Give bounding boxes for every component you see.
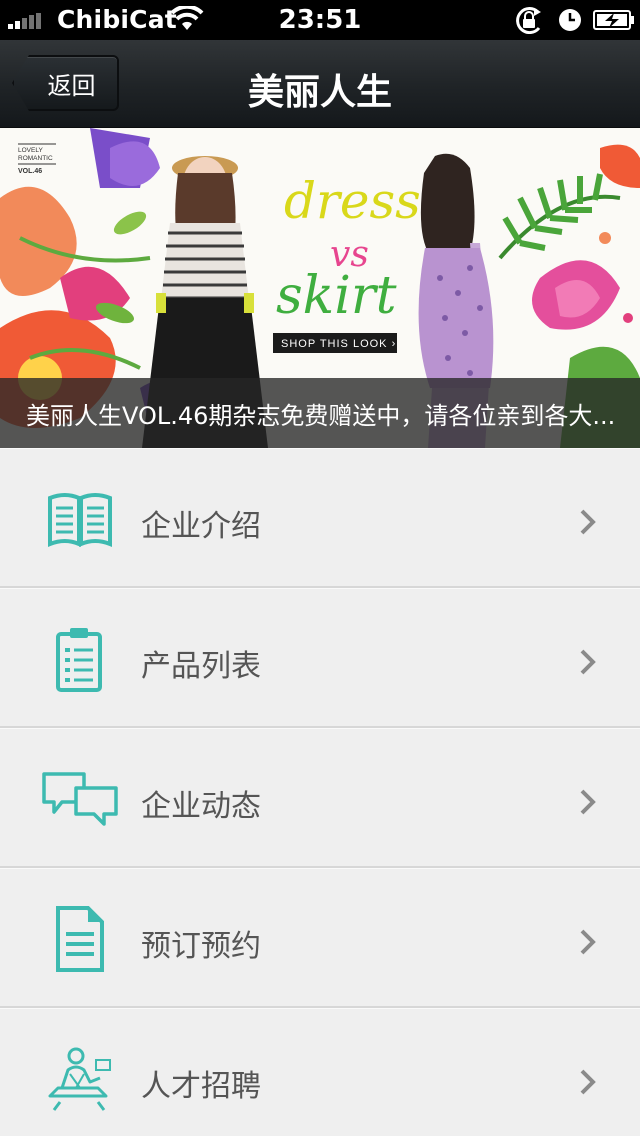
chevron-right-icon: [580, 1069, 596, 1095]
chevron-right-icon: [580, 929, 596, 955]
menu-list: 企业介绍 产品列表 企业动态 预订预约 人才招聘: [0, 448, 640, 1136]
battery-charging-icon: [593, 10, 634, 30]
banner-headline-dress: dress: [284, 172, 421, 230]
menu-item-label: 预订预约: [141, 929, 261, 964]
menu-item-label: 人才招聘: [141, 1069, 261, 1104]
menu-item-product-list[interactable]: 产品列表: [0, 588, 640, 728]
brand-logo-vol: VOL.46: [18, 168, 42, 175]
menu-item-label: 产品列表: [141, 649, 261, 684]
menu-item-company-intro[interactable]: 企业介绍: [0, 448, 640, 588]
brand-logo-line2: ROMANTIC: [18, 155, 53, 162]
rotation-lock-icon: [516, 7, 541, 34]
banner-headline-skirt: skirt: [276, 266, 397, 326]
alarm-icon: [559, 9, 581, 31]
chevron-right-icon: [580, 509, 596, 535]
promo-banner[interactable]: dress vs skirt SHOP THIS LOOK › LOVELY R…: [0, 128, 640, 448]
clipboard-list-icon: [56, 628, 102, 692]
open-book-icon: [48, 493, 112, 548]
status-bar: ChibiCat 23:51: [0, 0, 640, 40]
shop-this-look-button: SHOP THIS LOOK ›: [281, 338, 396, 350]
chat-bubbles-icon: [42, 772, 118, 826]
chevron-right-icon: [580, 789, 596, 815]
menu-item-reservation[interactable]: 预订预约: [0, 868, 640, 1008]
menu-item-recruitment[interactable]: 人才招聘: [0, 1008, 640, 1136]
navigation-bar: 返回 美丽人生: [0, 40, 640, 128]
menu-item-label: 企业动态: [141, 789, 261, 824]
person-desk-icon: [48, 1047, 111, 1111]
chevron-right-icon: [580, 649, 596, 675]
banner-caption: 美丽人生VOL.46期杂志免费赠送中，请各位亲到各大...: [0, 378, 640, 448]
brand-logo-line1: LOVELY: [18, 147, 43, 154]
document-icon: [56, 906, 104, 972]
menu-item-label: 企业介绍: [141, 509, 261, 544]
menu-item-company-news[interactable]: 企业动态: [0, 728, 640, 868]
page-title: 美丽人生: [247, 72, 392, 113]
